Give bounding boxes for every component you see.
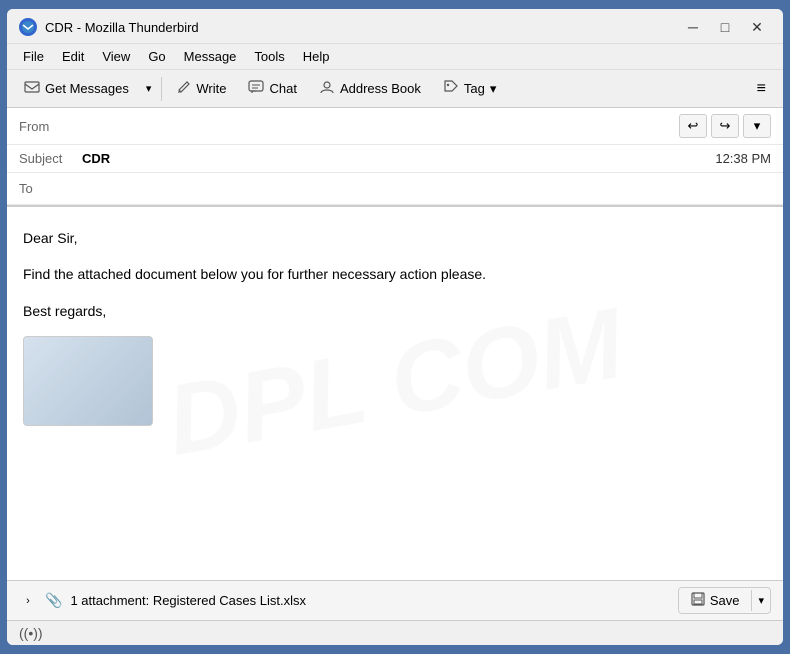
write-icon xyxy=(177,80,191,97)
to-row: To xyxy=(7,173,783,205)
menu-message[interactable]: Message xyxy=(176,46,245,67)
subject-value: CDR xyxy=(82,151,110,166)
minimize-button[interactable]: ─ xyxy=(679,17,707,37)
forward-icon: ↪ xyxy=(720,118,731,134)
address-book-icon xyxy=(319,79,335,98)
title-bar: CDR - Mozilla Thunderbird ─ □ ✕ xyxy=(7,9,783,44)
get-messages-button[interactable]: Get Messages xyxy=(15,74,138,103)
save-disk-icon xyxy=(691,592,705,609)
attachment-label: 1 attachment: Registered Cases List.xlsx xyxy=(70,593,306,608)
window-title: CDR - Mozilla Thunderbird xyxy=(45,20,199,35)
menu-go[interactable]: Go xyxy=(140,46,173,67)
menu-bar: File Edit View Go Message Tools Help xyxy=(7,44,783,70)
reply-button[interactable]: ↩ xyxy=(679,114,707,138)
main-window: CDR - Mozilla Thunderbird ─ □ ✕ File Edi… xyxy=(5,7,785,647)
window-controls: ─ □ ✕ xyxy=(679,17,771,37)
expand-button[interactable]: › xyxy=(19,592,37,610)
chat-icon xyxy=(248,79,264,98)
tag-dropdown-icon: ▾ xyxy=(490,81,497,97)
save-dropdown-button[interactable]: ▾ xyxy=(751,590,770,611)
from-label: From xyxy=(19,119,74,134)
paperclip-icon: 📎 xyxy=(45,592,62,609)
status-bar: ((•)) xyxy=(7,620,783,645)
close-button[interactable]: ✕ xyxy=(743,17,771,37)
tag-label: Tag xyxy=(464,81,485,96)
subject-row: Subject CDR 12:38 PM xyxy=(7,145,783,173)
hamburger-button[interactable]: ≡ xyxy=(748,75,775,103)
reply-icon: ↩ xyxy=(688,118,699,134)
email-time: 12:38 PM xyxy=(715,151,771,166)
save-group: Save ▾ xyxy=(678,587,771,614)
chat-button[interactable]: Chat xyxy=(239,74,305,103)
attachment-bar: › 📎 1 attachment: Registered Cases List.… xyxy=(7,580,783,620)
tag-icon xyxy=(443,79,459,98)
address-book-button[interactable]: Address Book xyxy=(310,74,430,103)
subject-left: Subject CDR xyxy=(19,151,110,166)
address-book-label: Address Book xyxy=(340,81,421,96)
email-header: From ↩ ↪ ▾ Subject CDR 12:38 PM xyxy=(7,108,783,207)
get-messages-label: Get Messages xyxy=(45,81,129,96)
email-body: DPL COM Dear Sir, Find the attached docu… xyxy=(7,207,783,580)
get-messages-dropdown[interactable]: ▾ xyxy=(142,77,156,100)
tag-button[interactable]: Tag ▾ xyxy=(434,74,506,103)
from-row: From ↩ ↪ ▾ xyxy=(7,108,783,145)
write-button[interactable]: Write xyxy=(168,75,235,102)
save-label: Save xyxy=(710,593,740,608)
connection-status-icon: ((•)) xyxy=(19,625,43,641)
to-label: To xyxy=(19,181,74,196)
attachment-info: › 📎 1 attachment: Registered Cases List.… xyxy=(19,592,306,610)
subject-label: Subject xyxy=(19,151,74,166)
more-icon: ▾ xyxy=(754,118,761,134)
email-content: Dear Sir, Find the attached document bel… xyxy=(23,227,767,426)
more-actions-button[interactable]: ▾ xyxy=(743,114,771,138)
toolbar: Get Messages ▾ Write xyxy=(7,70,783,108)
menu-file[interactable]: File xyxy=(15,46,52,67)
menu-view[interactable]: View xyxy=(94,46,138,67)
attachment-preview-image xyxy=(23,336,153,426)
sign-off-line: Best regards, xyxy=(23,300,767,322)
greeting-line: Dear Sir, xyxy=(23,227,767,249)
maximize-button[interactable]: □ xyxy=(711,17,739,37)
menu-edit[interactable]: Edit xyxy=(54,46,92,67)
app-icon xyxy=(19,18,37,36)
get-messages-icon xyxy=(24,79,40,98)
title-bar-left: CDR - Mozilla Thunderbird xyxy=(19,18,199,36)
body-line: Find the attached document below you for… xyxy=(23,263,767,285)
header-action-buttons: ↩ ↪ ▾ xyxy=(679,114,771,138)
write-label: Write xyxy=(196,81,226,96)
toolbar-sep-1 xyxy=(161,77,162,101)
menu-help[interactable]: Help xyxy=(295,46,338,67)
save-button[interactable]: Save xyxy=(679,588,752,613)
menu-tools[interactable]: Tools xyxy=(246,46,292,67)
forward-button[interactable]: ↪ xyxy=(711,114,739,138)
chat-label: Chat xyxy=(269,81,296,96)
